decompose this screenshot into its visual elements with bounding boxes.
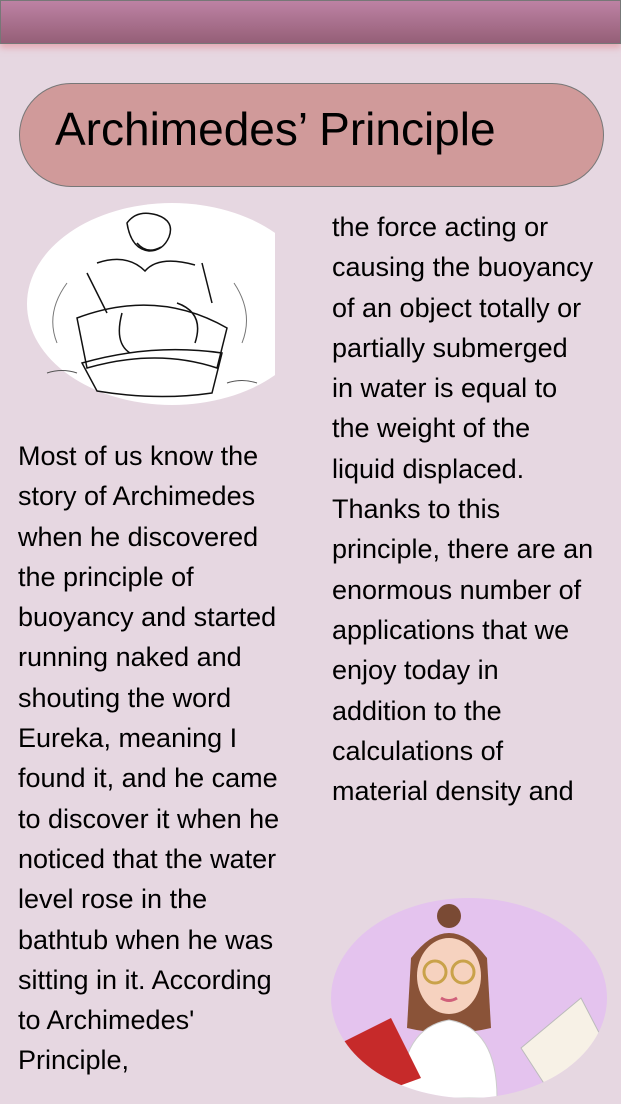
left-column-text: Most of us know the story of Archimedes …	[18, 436, 279, 1081]
text-line: in water is equal to	[332, 373, 558, 404]
text-line: noticed that the water	[18, 843, 277, 874]
text-line: to Archimedes'	[18, 1005, 195, 1036]
text-line: enormous number of	[332, 574, 582, 605]
text-line: Thanks to this	[332, 494, 501, 525]
text-line: addition to the	[332, 695, 502, 726]
text-line: running naked and	[18, 642, 242, 673]
text-line: principle, there are an	[332, 534, 594, 565]
text-line: causing the buoyancy	[332, 252, 594, 283]
text-line: enjoy today in	[332, 655, 499, 686]
text-line: the force acting or	[332, 212, 549, 242]
text-line: Principle,	[18, 1045, 130, 1076]
text-line: bathtub when he was	[18, 924, 274, 955]
text-line: to discover it when he	[18, 803, 280, 834]
text-line: buoyancy and started	[18, 602, 277, 633]
right-column-text: the force acting or causing the buoyancy…	[332, 207, 593, 811]
text-line: calculations of	[332, 735, 504, 766]
text-line: level rose in the	[18, 884, 208, 915]
text-line: Eureka, meaning I	[18, 723, 238, 754]
header-bar	[0, 0, 621, 44]
text-line: story of Archimedes	[18, 481, 256, 512]
reading-girl-avatar	[331, 898, 607, 1098]
text-line: partially submerged	[332, 332, 568, 363]
text-line: liquid displaced.	[332, 453, 525, 484]
text-line: when he discovered	[18, 521, 259, 552]
text-line: Most of us know the	[18, 441, 259, 471]
text-line: sitting in it. According	[18, 964, 272, 995]
title-banner: Archimedes’ Principle	[19, 83, 604, 187]
text-line: material density and	[332, 776, 574, 807]
text-line: of an object totally or	[332, 292, 582, 323]
archimedes-bathtub-illustration	[27, 203, 275, 405]
text-line: applications that we	[332, 614, 570, 645]
text-line: the principle of	[18, 561, 194, 592]
text-line: shouting the word	[18, 682, 232, 713]
page-title: Archimedes’ Principle	[55, 103, 496, 155]
text-line: found it, and he came	[18, 763, 278, 794]
text-line: the weight of the	[332, 413, 531, 444]
